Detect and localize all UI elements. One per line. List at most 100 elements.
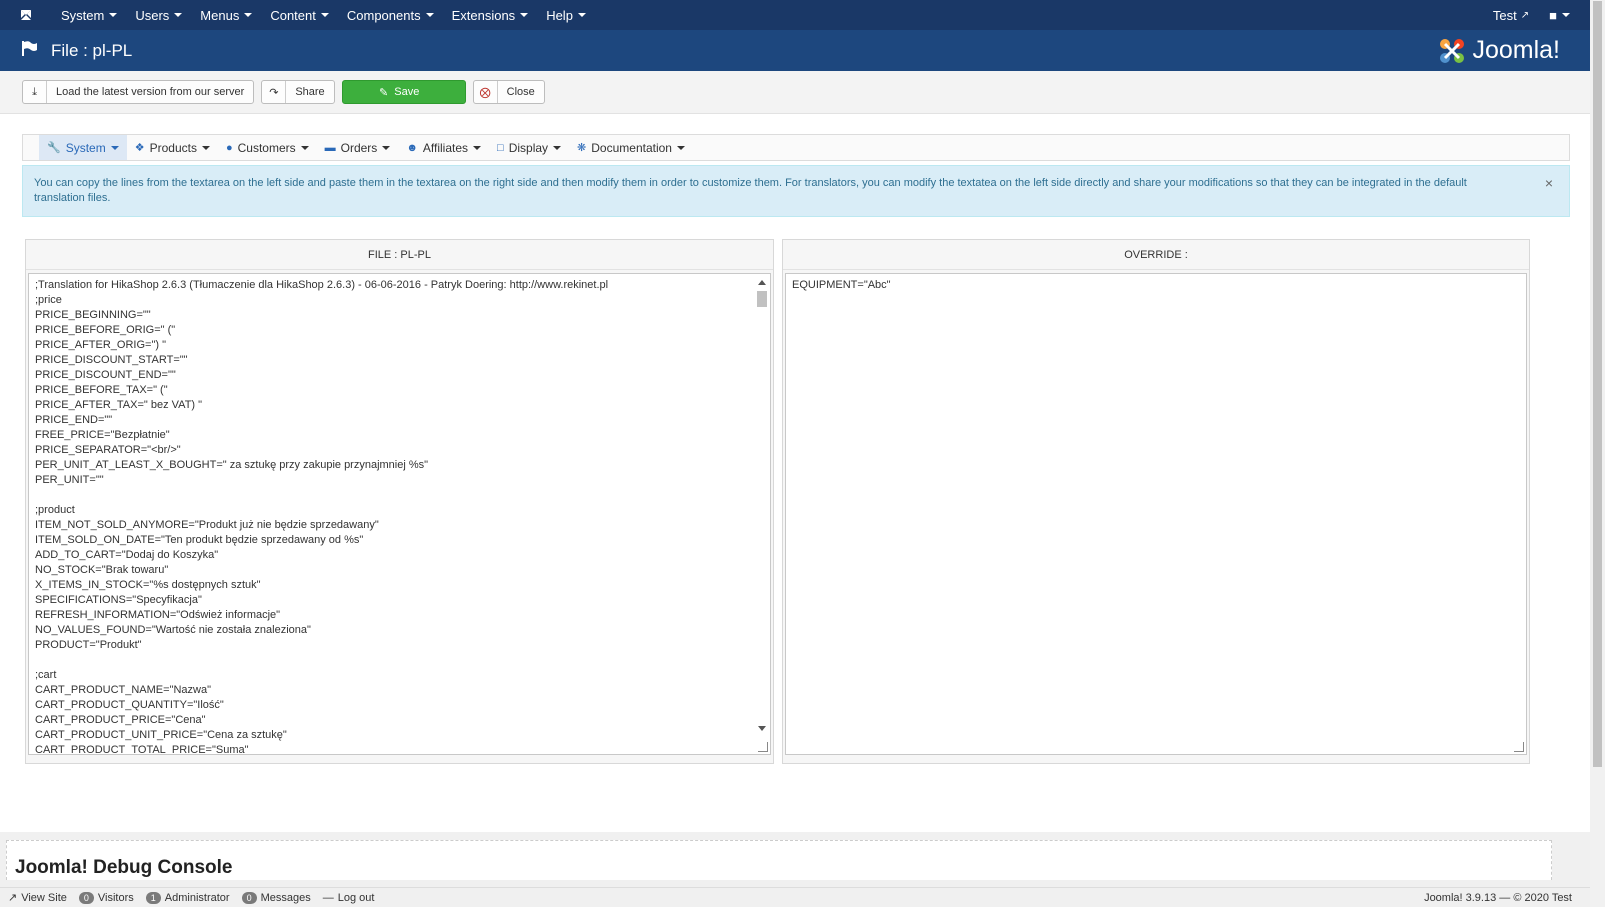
file-line: PRICE_BEGINNING="": [35, 309, 151, 321]
subnav-affiliates[interactable]: ☻ Affiliates: [398, 135, 489, 160]
joomla-brand-text: Joomla!: [1472, 36, 1560, 64]
edit-icon: ✎: [379, 86, 389, 99]
page-scrollbar[interactable]: [1590, 0, 1605, 907]
visitors-label: Visitors: [97, 891, 134, 904]
subnav-documentation[interactable]: ❋ Documentation: [569, 135, 693, 160]
save-button[interactable]: ✎ Save: [341, 80, 466, 104]
view-site-label: View Site: [21, 891, 67, 904]
site-link-label: Test: [1492, 7, 1517, 23]
joomla-logo: Joomla!: [1436, 35, 1560, 67]
file-line: PRICE_SEPARATOR="<br/>": [35, 444, 181, 456]
menu-components-label: Components: [346, 7, 421, 23]
chevron-down-icon: [320, 13, 329, 17]
menu-extensions[interactable]: Extensions: [443, 0, 538, 30]
subnav-orders-label: Orders: [340, 140, 378, 155]
subnav-affiliates-label: Affiliates: [422, 140, 469, 155]
chevron-down-icon: [577, 13, 586, 17]
info-alert-text: You can copy the lines from the textarea…: [34, 177, 1467, 204]
joomla-menu-icon[interactable]: [0, 7, 52, 23]
file-line: ITEM_SOLD_ON_DATE="Ten produkt będzie sp…: [35, 534, 364, 546]
close-button[interactable]: ⨂ Close: [472, 80, 545, 104]
file-line: [35, 488, 764, 503]
file-panel-header: FILE : PL-PL: [26, 240, 773, 270]
subnav-system[interactable]: 🔧 System: [39, 135, 127, 160]
scroll-down-icon[interactable]: [758, 726, 766, 731]
credit-card-icon: ▬: [324, 141, 336, 154]
chevron-down-icon: [110, 145, 119, 150]
chevron-down-icon: [244, 13, 253, 17]
file-line: FREE_PRICE="Bezpłatnie": [35, 429, 170, 441]
menu-help[interactable]: Help: [537, 0, 595, 30]
subnav-display[interactable]: □ Display: [489, 135, 569, 160]
messages-status[interactable]: 0 Messages: [241, 891, 311, 904]
share-icon: ↷: [262, 81, 287, 103]
file-line: SPECIFICATIONS="Specyfikacja": [35, 594, 202, 606]
user-icon: ●: [225, 141, 233, 154]
menu-menus-label: Menus: [200, 7, 240, 23]
menu-components[interactable]: Components: [338, 0, 443, 30]
page-title: File : pl-PL: [51, 40, 133, 60]
file-line: NO_STOCK="Brak towaru": [35, 564, 169, 576]
menu-help-label: Help: [546, 7, 573, 23]
external-link-icon: ↗: [1520, 9, 1530, 21]
close-icon[interactable]: ×: [1545, 176, 1553, 191]
site-link[interactable]: Test ↗: [1483, 0, 1539, 30]
load-latest-button[interactable]: ⤓ Load the latest version from our serve…: [22, 80, 255, 104]
override-panel: OVERRIDE : EQUIPMENT="Abc": [782, 239, 1530, 764]
subnav-documentation-label: Documentation: [591, 140, 672, 155]
messages-badge: 0: [241, 891, 257, 904]
file-line: PRICE_AFTER_ORIG=") ": [35, 339, 166, 351]
monitor-icon: □: [497, 141, 504, 154]
users-icon: ☻: [406, 141, 418, 154]
scroll-thumb[interactable]: [757, 291, 767, 307]
file-line: PRODUCT="Produkt": [35, 639, 142, 651]
administrator-badge: 1: [145, 891, 161, 904]
file-line: ;cart: [35, 669, 57, 681]
subnav-orders[interactable]: ▬ Orders: [317, 135, 399, 160]
subnav-products[interactable]: ❖ Products: [127, 135, 218, 160]
file-line: NO_VALUES_FOUND="Wartość nie została zna…: [35, 624, 311, 636]
page-scroll-thumb[interactable]: [1593, 1, 1602, 767]
chevron-down-icon: [174, 13, 183, 17]
file-textarea[interactable]: ;Translation for HikaShop 2.6.3 (Tłumacz…: [28, 273, 771, 755]
chevron-down-icon: [520, 13, 529, 17]
subnav-customers[interactable]: ● Customers: [218, 135, 317, 160]
view-site-link[interactable]: ↗ View Site: [8, 891, 67, 905]
logout-link[interactable]: — Log out: [323, 892, 375, 904]
debug-console-title: Joomla! Debug Console: [15, 857, 233, 878]
menu-content[interactable]: Content: [261, 0, 338, 30]
main-menu: System Users Menus Content Components Ex…: [52, 0, 595, 30]
file-line: ADD_TO_CART="Dodaj do Koszyka": [35, 549, 219, 561]
file-line: PRICE_BEFORE_ORIG=" (": [35, 324, 176, 336]
chevron-down-icon: [201, 145, 210, 150]
download-icon: ⤓: [23, 81, 47, 103]
menu-users[interactable]: Users: [126, 0, 191, 30]
resize-grip-icon[interactable]: [1514, 742, 1524, 752]
cubes-icon: ❖: [134, 142, 145, 154]
chevron-down-icon: [425, 13, 434, 17]
chevron-down-icon: [553, 145, 562, 150]
hikashop-submenu: 🔧 System ❖ Products ● Customers ▬ Orders ☻ Af…: [22, 134, 1570, 161]
menu-system[interactable]: System: [52, 0, 126, 30]
file-panel: FILE : PL-PL ;Translation for HikaShop 2…: [25, 239, 774, 764]
file-line: ;price: [35, 294, 62, 306]
scroll-up-icon[interactable]: [758, 280, 766, 285]
external-link-icon: ↗: [8, 892, 18, 904]
override-textarea[interactable]: EQUIPMENT="Abc": [785, 273, 1527, 755]
minus-icon: —: [322, 891, 334, 904]
subnav-customers-label: Customers: [237, 140, 296, 155]
visitors-status[interactable]: 0 Visitors: [78, 891, 134, 904]
menu-menus[interactable]: Menus: [191, 0, 261, 30]
share-button[interactable]: ↷ Share: [261, 80, 335, 104]
file-line: [35, 653, 764, 668]
menu-extensions-label: Extensions: [451, 7, 516, 23]
file-line: PER_UNIT_AT_LEAST_X_BOUGHT=" za sztukę p…: [35, 459, 429, 471]
chevron-down-icon: [109, 13, 118, 17]
chevron-down-icon: [300, 145, 309, 150]
life-ring-icon: ❋: [577, 142, 587, 154]
user-menu[interactable]: ■: [1539, 0, 1580, 30]
administrator-status[interactable]: 1 Administrator: [145, 891, 230, 904]
textarea-scrollbar[interactable]: [756, 277, 768, 751]
resize-grip-icon[interactable]: [758, 742, 768, 752]
override-panel-header: OVERRIDE :: [783, 240, 1529, 270]
